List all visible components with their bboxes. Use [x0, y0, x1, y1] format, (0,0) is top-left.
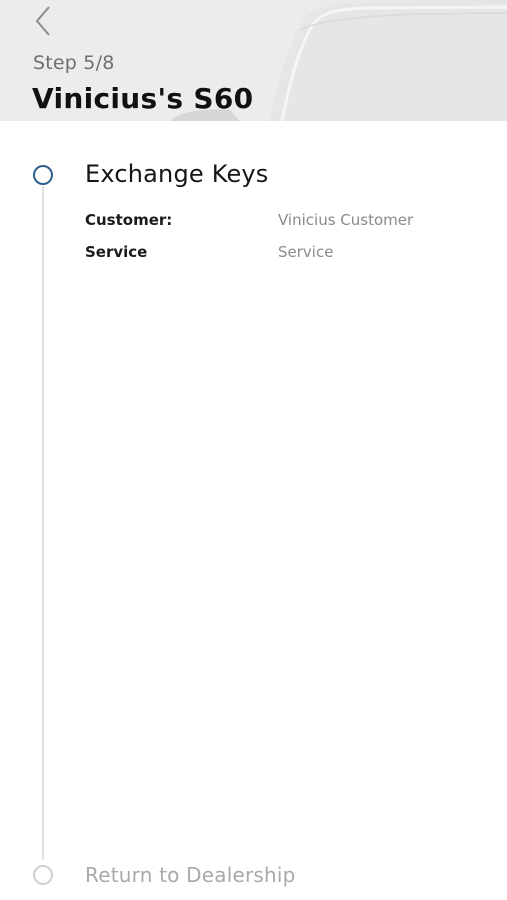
detail-value: Vinicius Customer — [278, 211, 414, 229]
step-title-exchange-keys[interactable]: Exchange Keys — [85, 160, 269, 188]
step-counter: Step 5/8 — [33, 52, 115, 74]
detail-row-customer: Customer: Vinicius Customer — [85, 211, 485, 233]
active-step-indicator — [33, 165, 53, 185]
step-title-return-to-dealership[interactable]: Return to Dealership — [85, 863, 296, 887]
header: Step 5/8 Vinicius's S60 — [0, 0, 507, 121]
chevron-left-icon — [35, 6, 50, 36]
page-title: Vinicius's S60 — [32, 82, 254, 115]
detail-label: Customer: — [85, 211, 173, 229]
pending-step-indicator — [33, 865, 53, 885]
detail-row-service: Service Service — [85, 243, 485, 265]
timeline-line — [42, 186, 44, 860]
detail-value: Service — [278, 243, 334, 261]
detail-label: Service — [85, 243, 148, 261]
back-button[interactable] — [26, 2, 60, 38]
